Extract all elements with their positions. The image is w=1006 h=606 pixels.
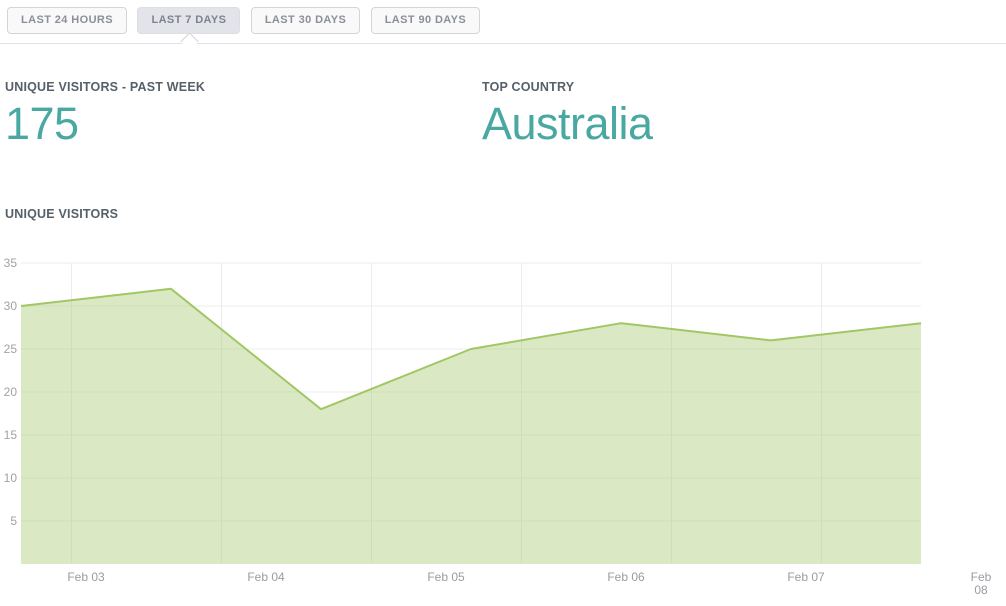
stat-unique-visitors-week: UNIQUE VISITORS - PAST WEEK 175: [5, 80, 205, 146]
unique-visitors-area-chart: 5 10 15 20 25 30 35 Feb 03 Feb 04 Feb 05 Feb 06 Feb…: [0, 250, 1006, 606]
stat-label: UNIQUE VISITORS - PAST WEEK: [5, 80, 205, 94]
y-axis-tick-label: 15: [4, 428, 18, 442]
tab-last-7-days[interactable]: LAST 7 DAYS: [137, 7, 240, 34]
tab-last-24-hours[interactable]: LAST 24 HOURS: [7, 7, 127, 34]
x-axis-tick-label: Feb 04: [247, 570, 285, 584]
x-axis-tick-label: Feb08: [971, 570, 992, 597]
stat-value: 175: [5, 101, 205, 146]
time-range-tabbar: LAST 24 HOURS LAST 7 DAYS LAST 30 DAYS L…: [0, 0, 1006, 44]
x-axis-tick-label: Feb 06: [607, 570, 645, 584]
chart-title: UNIQUE VISITORS: [5, 207, 118, 221]
stat-label: TOP COUNTRY: [482, 80, 653, 94]
y-axis-tick-label: 35: [4, 256, 18, 270]
tab-last-30-days[interactable]: LAST 30 DAYS: [251, 7, 360, 34]
stat-top-country: TOP COUNTRY Australia: [482, 80, 653, 146]
y-axis-tick-label: 20: [4, 385, 18, 399]
area-fill: [21, 289, 921, 564]
stat-value: Australia: [482, 101, 653, 146]
dashboard-page: LAST 24 HOURS LAST 7 DAYS LAST 30 DAYS L…: [0, 0, 1006, 606]
x-axis-tick-label: Feb 05: [427, 570, 465, 584]
y-axis-tick-label: 30: [4, 299, 18, 313]
y-axis-tick-label: 10: [4, 471, 18, 485]
x-axis-tick-label: Feb 03: [67, 570, 105, 584]
y-axis-tick-label: 5: [10, 514, 17, 528]
tab-last-90-days[interactable]: LAST 90 DAYS: [371, 7, 480, 34]
y-axis-tick-label: 25: [4, 342, 18, 356]
x-axis-tick-label: Feb 07: [787, 570, 825, 584]
